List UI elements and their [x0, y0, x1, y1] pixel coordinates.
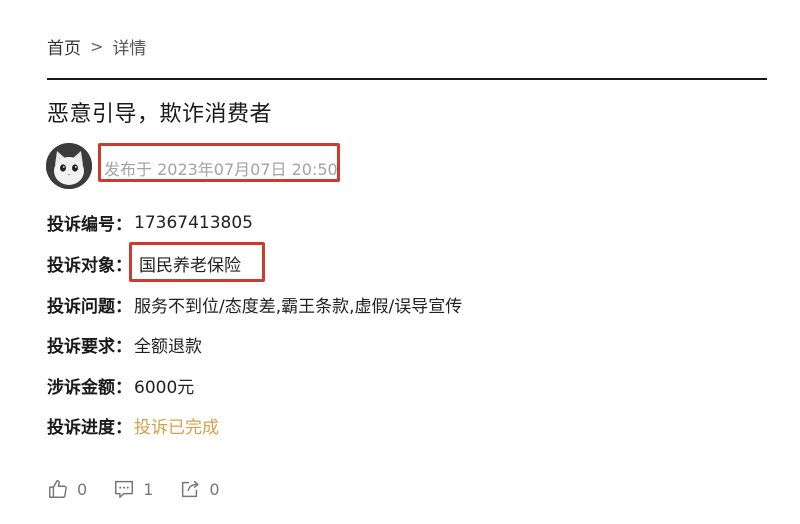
- header-divider: [47, 78, 767, 80]
- breadcrumb-home-link[interactable]: 首页: [47, 34, 81, 59]
- field-value: 全额退款: [134, 337, 202, 357]
- field-row-progress: 投诉进度： 投诉已完成: [47, 413, 219, 438]
- field-row-complaint-request: 投诉要求： 全额退款: [47, 332, 202, 357]
- breadcrumb: 首页 > 详情: [47, 34, 146, 59]
- status-badge: 投诉已完成: [134, 418, 219, 438]
- share-icon: [182, 480, 199, 498]
- breadcrumb-separator: >: [90, 37, 104, 56]
- page-title: 恶意引导，欺诈消费者: [47, 102, 273, 127]
- comment-icon: [115, 480, 134, 498]
- thumbs-up-icon: [49, 480, 67, 498]
- comment-count: 1: [143, 479, 154, 499]
- comment-button[interactable]: 1: [113, 478, 153, 500]
- field-label: 投诉问题：: [47, 297, 132, 317]
- share-button[interactable]: 0: [179, 478, 220, 500]
- field-value: 17367413805: [134, 212, 253, 233]
- field-row-complaint-target: 投诉对象： 国民养老保险: [47, 251, 241, 276]
- field-label: 涉诉金额：: [47, 378, 132, 398]
- cat-avatar-icon[interactable]: [46, 143, 92, 189]
- field-row-complaint-id: 投诉编号： 17367413805: [47, 210, 253, 236]
- field-label: 投诉进度：: [47, 418, 132, 438]
- like-count: 0: [77, 479, 88, 499]
- field-value[interactable]: 国民养老保险: [139, 251, 241, 276]
- publish-date: 发布于 2023年07月07日 20:50: [104, 160, 338, 179]
- action-bar: 0 1 0: [47, 478, 246, 500]
- field-row-complaint-issue: 投诉问题： 服务不到位/态度差,霸王条款,虚假/误导宣传: [47, 292, 462, 317]
- field-value: 服务不到位/态度差,霸王条款,虚假/误导宣传: [134, 297, 463, 317]
- like-button[interactable]: 0: [47, 478, 87, 500]
- field-value: 6000元: [134, 378, 195, 398]
- field-label: 投诉要求：: [47, 337, 132, 357]
- field-label: 投诉对象：: [47, 256, 132, 276]
- field-label: 投诉编号：: [47, 215, 132, 235]
- breadcrumb-current: 详情: [112, 39, 147, 59]
- field-row-amount: 涉诉金额： 6000元: [47, 373, 194, 398]
- share-count: 0: [209, 479, 220, 499]
